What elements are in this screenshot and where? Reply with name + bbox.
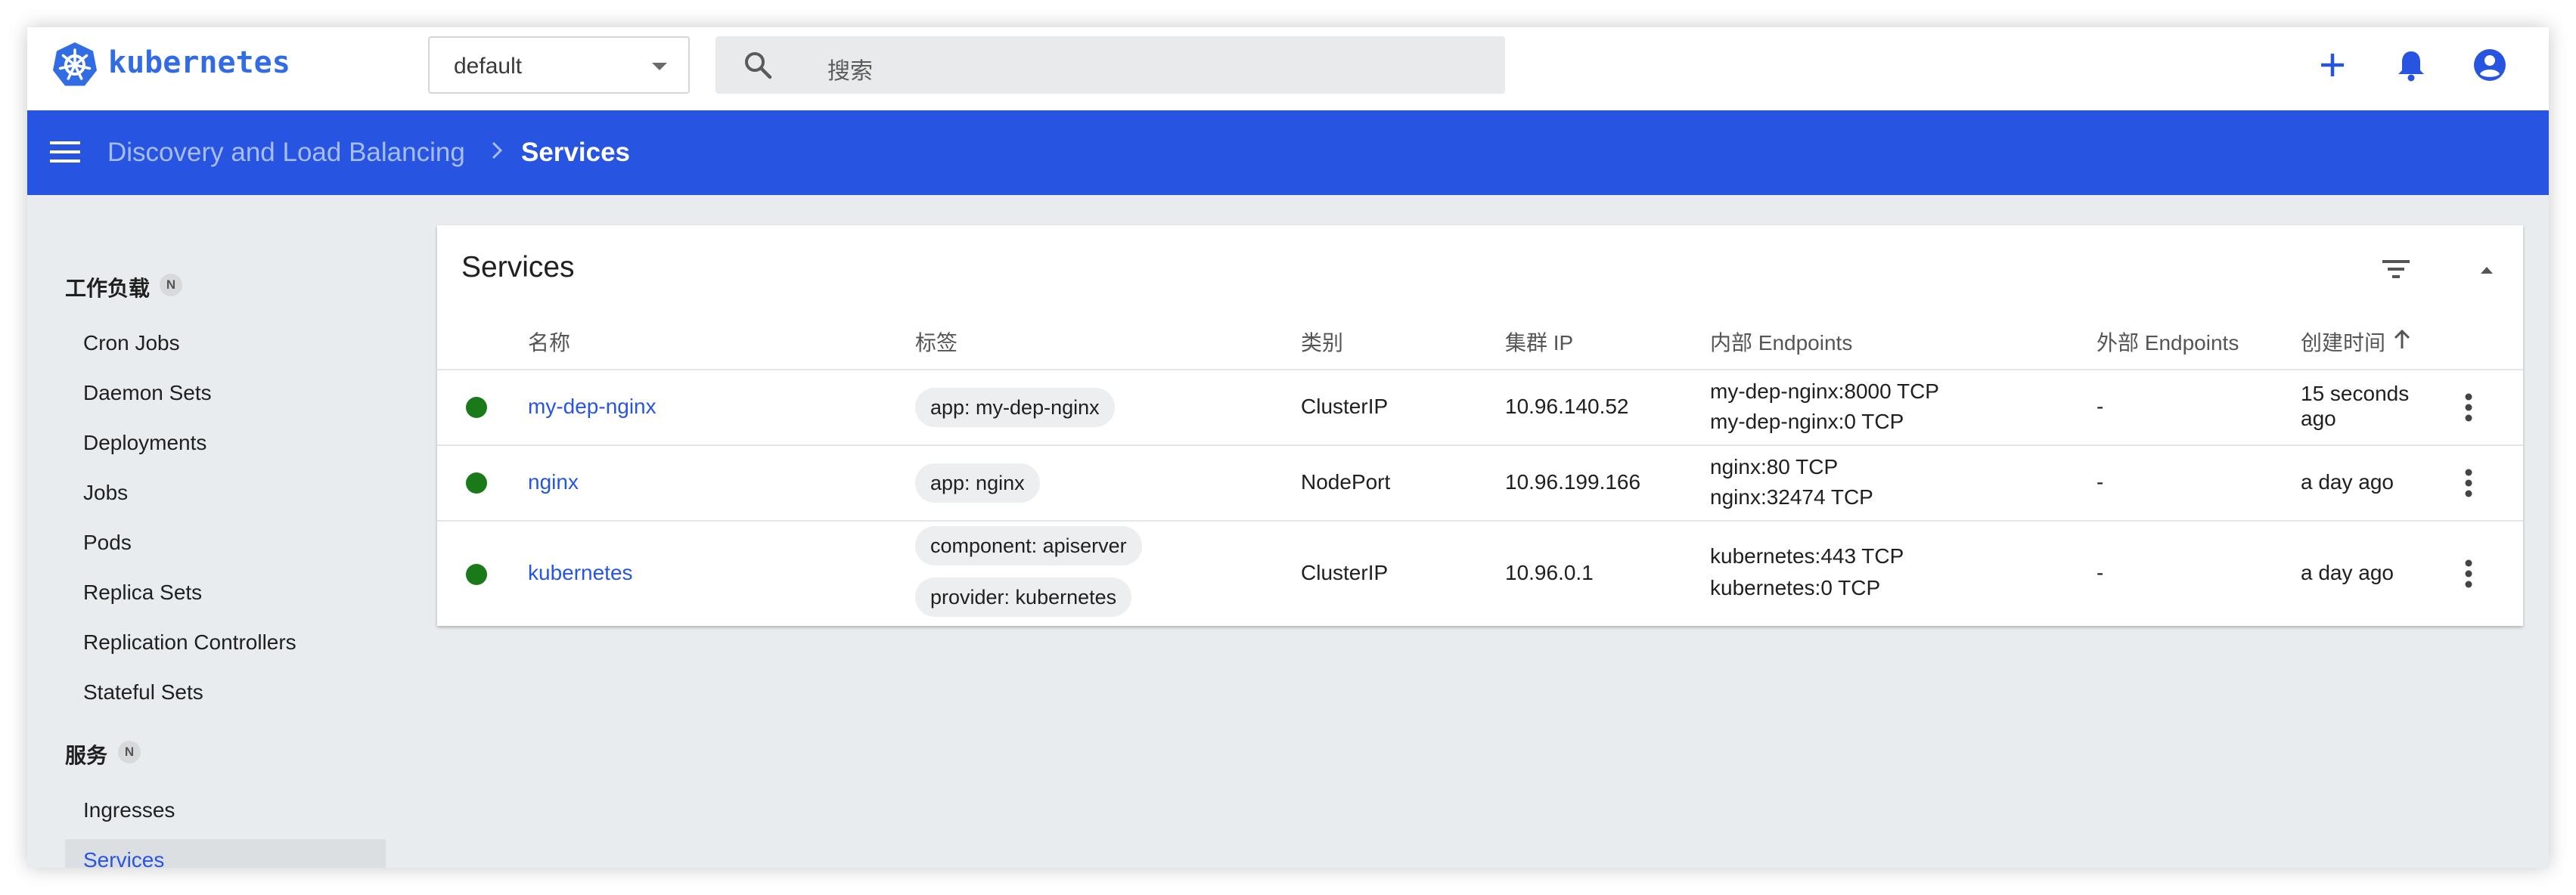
created-time: a day ago bbox=[2301, 470, 2394, 494]
more-vert-icon[interactable] bbox=[2457, 391, 2481, 424]
created-time: 15 seconds bbox=[2301, 382, 2410, 405]
kubernetes-logo-icon[interactable] bbox=[51, 41, 98, 88]
add-icon[interactable] bbox=[2314, 47, 2351, 83]
sidebar-item-pods[interactable]: Pods bbox=[83, 531, 132, 555]
card-title: Services bbox=[461, 251, 575, 283]
table-row[interactable]: my-dep-nginx app: my-dep-nginx ClusterIP… bbox=[437, 369, 2523, 444]
namespaced-badge: N bbox=[160, 274, 182, 296]
status-ok-icon bbox=[466, 397, 487, 418]
brand-name[interactable]: kubernetes bbox=[108, 45, 290, 80]
internal-endpoint: kubernetes:443 TCP bbox=[1710, 544, 1904, 568]
chevron-right-icon bbox=[492, 141, 503, 159]
caret-up-icon[interactable] bbox=[2472, 255, 2502, 286]
menu-icon[interactable] bbox=[50, 139, 80, 165]
external-endpoints: - bbox=[2096, 470, 2104, 494]
more-vert-icon[interactable] bbox=[2457, 466, 2481, 500]
cluster-ip: 10.96.0.1 bbox=[1505, 561, 1594, 584]
status-ok-icon bbox=[466, 472, 487, 494]
breadcrumb: Discovery and Load Balancing Services bbox=[27, 110, 2549, 195]
sidebar-item-replica-sets[interactable]: Replica Sets bbox=[83, 581, 202, 605]
namespace-value: default bbox=[454, 54, 523, 79]
sidebar-item-deployments[interactable]: Deployments bbox=[83, 431, 206, 455]
internal-endpoint: kubernetes:0 TCP bbox=[1710, 576, 1881, 599]
column-header-cluster-ip: 集群 IP bbox=[1505, 331, 1574, 355]
table-row[interactable]: kubernetes component: apiserver provider… bbox=[437, 520, 2523, 626]
status-ok-icon bbox=[466, 564, 487, 585]
table-row[interactable]: nginx app: nginx NodePort 10.96.199.166 … bbox=[437, 444, 2523, 520]
search-icon bbox=[745, 52, 772, 79]
account-icon[interactable] bbox=[2472, 47, 2508, 83]
sidebar: 工作负载 N Cron Jobs Daemon Sets Deployments… bbox=[27, 195, 413, 868]
caret-down-icon bbox=[652, 63, 667, 70]
column-header-created[interactable]: 创建时间 bbox=[2301, 327, 2385, 357]
service-type: ClusterIP bbox=[1301, 395, 1389, 418]
label-chip: component: apiserver bbox=[915, 526, 1142, 565]
sidebar-item-services[interactable]: Services bbox=[83, 848, 164, 868]
cluster-ip: 10.96.140.52 bbox=[1505, 395, 1629, 418]
sidebar-item-cron-jobs[interactable]: Cron Jobs bbox=[83, 331, 180, 355]
sidebar-item-ingresses[interactable]: Ingresses bbox=[83, 798, 175, 822]
search-box[interactable]: 搜索 bbox=[715, 36, 1505, 94]
created-time: a day ago bbox=[2301, 561, 2394, 584]
sidebar-section-workloads[interactable]: 工作负载 bbox=[65, 272, 150, 302]
column-header-external-endpoints: 外部 Endpoints bbox=[2096, 331, 2239, 355]
column-header-name[interactable]: 名称 bbox=[528, 327, 570, 357]
label-chip: app: my-dep-nginx bbox=[915, 388, 1115, 427]
column-header-type: 类别 bbox=[1301, 331, 1344, 355]
bell-icon[interactable] bbox=[2393, 47, 2429, 83]
internal-endpoint: nginx:80 TCP bbox=[1710, 455, 1839, 478]
breadcrumb-current: Services bbox=[521, 138, 631, 167]
services-card: Services 名称 标签 类别 集群 IP 内部 Endpoints 外部 … bbox=[437, 225, 2523, 626]
service-type: ClusterIP bbox=[1301, 561, 1389, 584]
external-endpoints: - bbox=[2096, 395, 2104, 418]
label-chip: provider: kubernetes bbox=[915, 578, 1132, 617]
namespaced-badge: N bbox=[118, 741, 141, 763]
namespace-select[interactable]: default bbox=[428, 36, 690, 94]
internal-endpoint: nginx:32474 TCP bbox=[1710, 485, 1873, 509]
arrow-up-icon[interactable] bbox=[2391, 328, 2413, 351]
created-time: ago bbox=[2301, 407, 2336, 430]
top-bar: kubernetes default 搜索 bbox=[27, 27, 2549, 110]
filter-icon[interactable] bbox=[2376, 249, 2416, 289]
column-header-internal-endpoints: 内部 Endpoints bbox=[1710, 331, 1853, 355]
sidebar-item-stateful-sets[interactable]: Stateful Sets bbox=[83, 680, 203, 705]
sidebar-item-daemon-sets[interactable]: Daemon Sets bbox=[83, 381, 212, 405]
service-name-link[interactable]: kubernetes bbox=[528, 561, 633, 585]
app-window: kubernetes default 搜索 Discovery and Load… bbox=[27, 27, 2549, 868]
service-name-link[interactable]: my-dep-nginx bbox=[528, 395, 656, 419]
internal-endpoint: my-dep-nginx:0 TCP bbox=[1710, 410, 1904, 433]
sidebar-item-jobs[interactable]: Jobs bbox=[83, 481, 128, 505]
cluster-ip: 10.96.199.166 bbox=[1505, 470, 1641, 494]
service-name-link[interactable]: nginx bbox=[528, 470, 579, 494]
external-endpoints: - bbox=[2096, 561, 2104, 584]
label-chip: app: nginx bbox=[915, 463, 1040, 503]
sidebar-item-replication-controllers[interactable]: Replication Controllers bbox=[83, 630, 296, 655]
sidebar-section-services[interactable]: 服务 bbox=[65, 739, 107, 770]
internal-endpoint: my-dep-nginx:8000 TCP bbox=[1710, 379, 1939, 403]
service-type: NodePort bbox=[1301, 470, 1391, 494]
more-vert-icon[interactable] bbox=[2457, 557, 2481, 590]
column-header-labels: 标签 bbox=[915, 331, 958, 355]
breadcrumb-parent[interactable]: Discovery and Load Balancing bbox=[107, 138, 465, 168]
search-input[interactable]: 搜索 bbox=[827, 52, 873, 85]
